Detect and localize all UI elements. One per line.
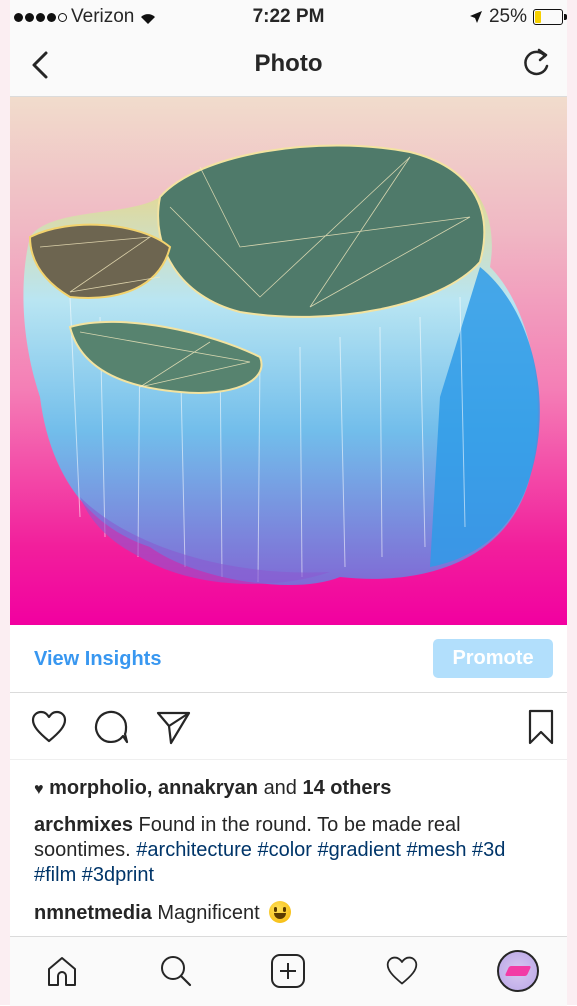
- heart-icon: [386, 956, 418, 985]
- likes-line: ♥ morpholio, annakryan and 14 others: [34, 777, 391, 800]
- mesh-sculpture-image: [23, 144, 540, 586]
- right-edge: [567, 0, 577, 1005]
- likes-and: and: [263, 777, 297, 799]
- status-bar: Verizon 7:22 PM 25%: [10, 0, 567, 34]
- location-icon: [469, 11, 482, 23]
- home-icon: [48, 957, 76, 986]
- post-photo[interactable]: [10, 97, 567, 625]
- share-icon[interactable]: [154, 708, 192, 746]
- profile-avatar: [497, 950, 539, 992]
- post-caption: archmixes Found in the round. To be made…: [34, 813, 544, 888]
- likes-count[interactable]: 14 others: [303, 777, 392, 799]
- add-icon: [271, 954, 305, 988]
- view-insights-link[interactable]: View Insights: [34, 648, 161, 671]
- comment-item: nmnetmedia Magnificent: [34, 901, 292, 925]
- comment-text: Magnificent: [157, 902, 260, 924]
- battery-percent: 25%: [488, 6, 527, 27]
- tab-bar: [10, 936, 567, 1006]
- insights-bar: View Insights Promote: [10, 626, 567, 693]
- grinning-emoji-icon: [269, 901, 292, 923]
- tab-search[interactable]: [154, 949, 198, 993]
- comment-username[interactable]: nmnetmedia: [34, 902, 152, 924]
- heart-icon[interactable]: [30, 708, 68, 746]
- bookmark-icon[interactable]: [522, 708, 560, 746]
- caption-username[interactable]: archmixes: [34, 814, 133, 836]
- comment-icon[interactable]: [92, 708, 130, 746]
- page-title: Photo: [254, 50, 323, 77]
- battery-icon: [533, 9, 567, 25]
- refresh-icon[interactable]: [519, 46, 553, 80]
- battery-group: 25%: [469, 6, 567, 28]
- small-heart-icon: ♥: [34, 781, 44, 798]
- post-actions: [10, 693, 567, 760]
- liker-names[interactable]: morpholio, annakryan: [49, 777, 258, 799]
- nav-bar: Photo: [10, 34, 567, 97]
- app-screen: Verizon 7:22 PM 25% Photo View Insights …: [0, 0, 577, 1006]
- left-edge: [0, 0, 10, 1005]
- promote-button[interactable]: Promote: [433, 639, 553, 678]
- tab-add[interactable]: [266, 949, 310, 993]
- tab-profile[interactable]: [496, 949, 540, 993]
- search-icon: [161, 956, 192, 987]
- tab-home[interactable]: [40, 949, 84, 993]
- tab-activity[interactable]: [380, 949, 424, 993]
